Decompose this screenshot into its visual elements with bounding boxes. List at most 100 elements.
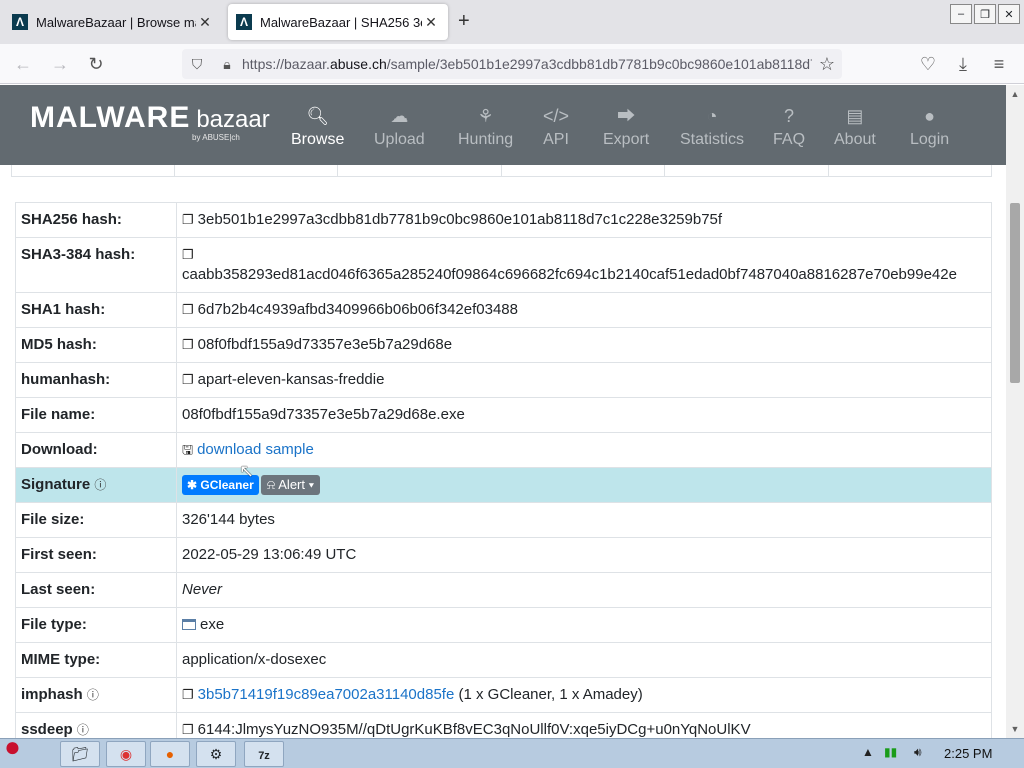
row-value: ❐ 3b5b71419f19c89ea7002a31140d85fe (1 x G… [176,677,992,713]
url-text[interactable]: https://bazaar.abuse.ch/sample/3eb501b1e… [242,56,812,72]
section-tab[interactable] [502,165,666,176]
copy-icon[interactable]: ❐ [182,370,194,390]
start-button[interactable]: ● [4,731,50,768]
menu-icon[interactable]: ≡ [988,54,1010,75]
page-scrollbar[interactable]: ▲ ▼ [1006,85,1024,738]
table-row: SHA1 hash: ❐ 6d7b2b4c4939afbd3409966b06b0… [15,292,992,328]
imphash-link[interactable]: 3b5b71419f19c89ea7002a31140d85fe [198,686,455,703]
row-value: ❐ apart-eleven-kansas-freddie [176,362,992,398]
close-icon[interactable]: ✕ [422,14,440,31]
nav-faq[interactable]: ? FAQ [773,105,805,149]
row-value: ❐ 6d7b2b4c4939afbd3409966b06b06f342ef0348… [176,292,992,328]
table-row: MIME type: application/x-dosexec [15,642,992,678]
table-row: Download: 🖫︎ download sample [15,432,992,468]
tray-expand-icon[interactable]: ▲ [862,745,874,759]
taskbar-folder[interactable]: 📁︎ [60,741,100,767]
bug-icon: ✱ [187,478,201,492]
table-row: MD5 hash: ❐ 08f0fbdf155a9d73357e3e5b7a29d… [15,327,992,363]
taskbar-7zip[interactable]: 7z [244,741,284,767]
section-tab[interactable] [175,165,339,176]
table-row: First seen: 2022-05-29 13:06:49 UTC [15,537,992,573]
taskbar-firefox[interactable]: ● [150,741,190,767]
copy-icon[interactable]: ❐ [182,245,194,265]
nav-api[interactable]: </> API [543,105,569,149]
minimize-icon[interactable]: – [950,4,972,24]
new-tab-icon[interactable]: + [458,10,470,33]
row-value: ✱ GCleaner ⍾ Alert ▾ [176,467,992,503]
address-bar[interactable]: ⛉ 🔒︎ https://bazaar.abuse.ch/sample/3eb5… [182,49,842,79]
help-icon[interactable]: ⓘ [94,478,106,492]
alert-dropdown-button[interactable]: ⍾ Alert ▾ [260,475,321,495]
help-icon[interactable]: ⓘ [87,688,99,702]
row-value: 🖫︎ download sample [176,432,992,468]
nav-upload[interactable]: ☁ Upload [374,105,425,149]
row-label: Last seen: [15,572,177,608]
downloads-icon[interactable]: ⤓ [952,54,974,75]
copy-icon[interactable]: ❐ [182,685,194,705]
nav-export[interactable]: ⮕ Export [603,105,649,149]
copy-icon[interactable]: ❐ [182,335,194,355]
tab-title: MalwareBazaar | SHA256 3eb [260,14,422,30]
browser-tab-sample[interactable]: Λ MalwareBazaar | SHA256 3eb ✕ [228,4,448,40]
scroll-down-icon[interactable]: ▼ [1006,724,1024,734]
taskbar-settings[interactable]: ⚙ [196,741,236,767]
cloud-upload-icon: ☁ [390,106,409,126]
pocket-icon[interactable]: ♡ [917,54,939,75]
nav-about[interactable]: ▤ About [834,105,876,149]
browser-tab-browse[interactable]: Λ MalwareBazaar | Browse mal ✕ [4,4,222,40]
volume-icon[interactable]: 🔊︎ [914,745,922,760]
row-label: Download: [15,432,177,468]
table-row: File size: 326'144 bytes [15,502,992,538]
taskbar-clock[interactable]: 2:25 PM [944,746,992,761]
angry-bird-icon: ● [4,731,21,762]
section-tab[interactable] [12,165,175,176]
floppy-disk-icon: 🖫︎ [182,442,194,457]
imphash-note: (1 x GCleaner, 1 x Amadey) [458,686,643,703]
settings-icon: ⚙ [209,746,223,762]
section-tab[interactable] [338,165,502,176]
shield-icon[interactable]: ⛉ [182,56,212,73]
reload-icon[interactable]: ↻ [85,54,107,75]
forward-icon[interactable]: → [49,54,71,75]
sha1-value: 6d7b2b4c4939afbd3409966b06b06f342ef03488 [197,301,518,318]
humanhash-value: apart-eleven-kansas-freddie [197,371,385,388]
copy-icon[interactable]: ❐ [182,210,194,230]
download-sample-link[interactable]: download sample [197,441,314,458]
row-label: File size: [15,502,177,538]
nav-statistics[interactable]: ◔ Statistics [680,105,744,149]
site-logo[interactable]: MALWARE bazaar [30,101,270,135]
scrollbar-thumb[interactable] [1010,203,1020,383]
back-icon[interactable]: ← [12,54,34,75]
window-close-icon[interactable]: ✕ [998,4,1020,24]
user-icon: ● [924,106,936,126]
row-label: SHA1 hash: [15,292,177,328]
question-icon: ? [784,106,795,126]
row-label: MIME type: [15,642,177,678]
row-label: humanhash: [15,362,177,398]
row-label: MD5 hash: [15,327,177,363]
abuse-logo-icon: Λ [236,14,252,30]
table-row: Signature ⓘ ✱ GCleaner ⍾ Alert ▾ [15,467,992,503]
bookmark-star-icon[interactable]: ☆ [812,54,842,75]
battery-icon[interactable]: ▮▮ [884,745,897,759]
nav-login[interactable]: ● Login [910,105,949,149]
section-tab[interactable] [829,165,991,176]
lock-icon[interactable]: 🔒︎ [212,56,242,73]
help-icon[interactable]: ⓘ [77,723,89,737]
logo-byline: by ABUSE|ch [192,133,240,142]
maximize-icon[interactable]: ❐ [974,4,996,24]
ssdeep-value: 6144:JlmysYuzNO935M//qDtUgrKuKBf8vEC3qNo… [197,721,751,738]
nav-hunting[interactable]: ⚘ Hunting [458,105,513,149]
firefox-icon: ● [165,746,175,762]
section-tabs [11,165,992,177]
scroll-up-icon[interactable]: ▲ [1006,89,1024,99]
section-tab[interactable] [665,165,829,176]
nav-browse[interactable]: 🔍︎ Browse [291,105,344,149]
window-file-icon [182,619,196,630]
row-value: ❐ 6144:JlmysYuzNO935M//qDtUgrKuKBf8vEC3qN… [176,712,992,738]
taskbar-chrome[interactable]: ◉ [106,741,146,767]
close-icon[interactable]: ✕ [196,14,214,31]
copy-icon[interactable]: ❐ [182,720,194,738]
copy-icon[interactable]: ❐ [182,300,194,320]
sample-details-table: SHA256 hash: ❐ 3eb501b1e2997a3cdbb81db778… [15,202,992,738]
